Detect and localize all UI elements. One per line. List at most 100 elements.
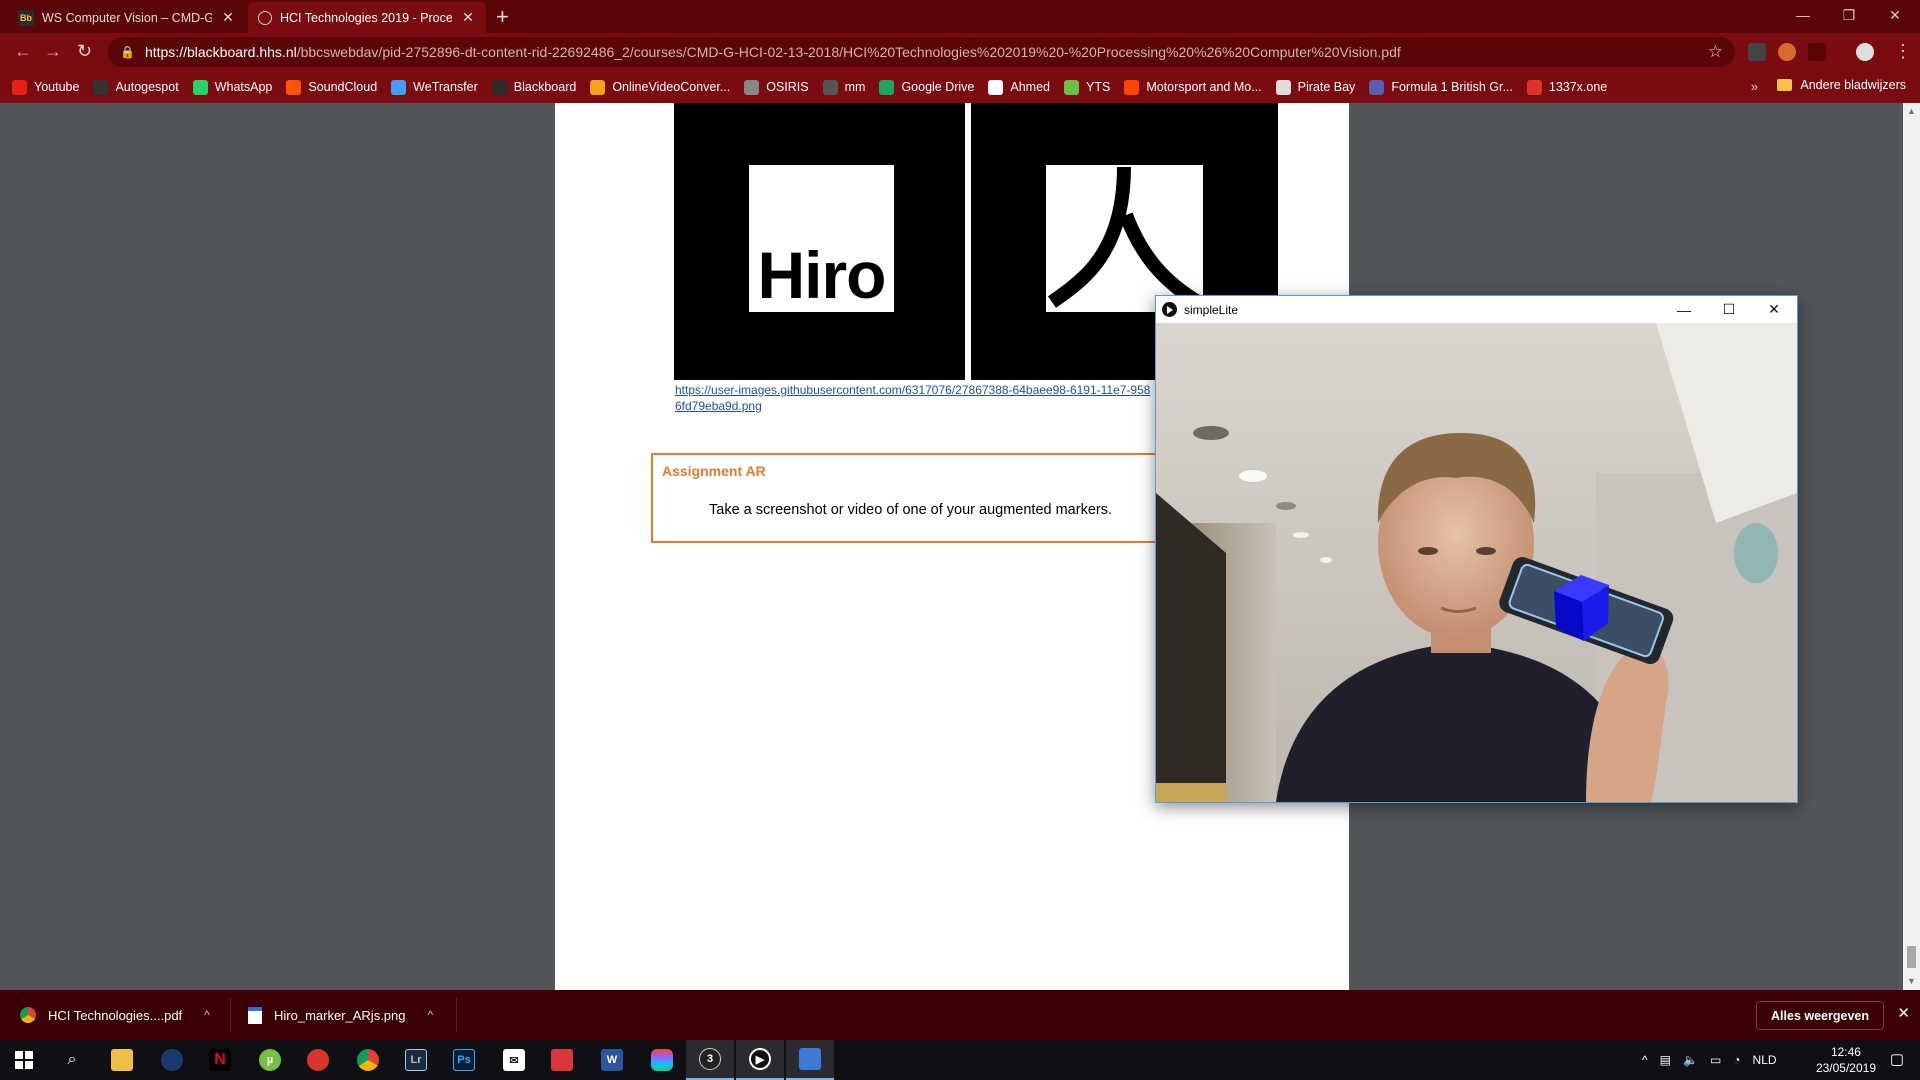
bookmark-item[interactable]: WeTransfer: [391, 79, 478, 95]
bookmark-item[interactable]: Autogespot: [93, 79, 179, 95]
bookmark-item[interactable]: mm: [822, 79, 866, 95]
bookmark-item[interactable]: Blackboard: [491, 79, 576, 95]
download-item[interactable]: HCI Technologies....pdf ^: [20, 990, 220, 1040]
bookmark-item[interactable]: Ahmed: [988, 79, 1050, 95]
simplelite-window[interactable]: simpleLite — ☐ ✕: [1155, 295, 1798, 803]
divider: [230, 998, 231, 1032]
network-icon[interactable]: ▤: [1660, 1053, 1671, 1067]
bookmarks-overflow-icon[interactable]: »: [1751, 79, 1758, 94]
other-bookmarks-label: Andere bladwijzers: [1800, 78, 1906, 92]
bookmark-star-icon[interactable]: ☆: [1708, 42, 1723, 62]
reload-icon[interactable]: ↻: [77, 41, 92, 62]
start-button[interactable]: [0, 1040, 48, 1080]
extension-icon[interactable]: [1778, 43, 1796, 61]
bookmark-label: Youtube: [34, 80, 80, 94]
vertical-scrollbar[interactable]: ▲ ▼: [1903, 103, 1920, 990]
volume-icon[interactable]: 🔈: [1683, 1053, 1698, 1067]
bookmark-label: SoundCloud: [308, 80, 378, 94]
app-red-icon: [307, 1049, 329, 1071]
tab-hci-technologies[interactable]: HCI Technologies 2019 - Processing & Com…: [248, 2, 486, 33]
address-bar[interactable]: 🔒 https://blackboard.hhs.nl/bbcswebdav/p…: [108, 37, 1735, 67]
download-item[interactable]: Hiro_marker_ARjs.png ^: [248, 990, 448, 1040]
taskbar-steam[interactable]: [148, 1040, 196, 1080]
formula1-icon: [1369, 79, 1385, 95]
close-icon[interactable]: ✕: [1751, 296, 1797, 323]
chevron-up-icon[interactable]: ^: [428, 1008, 434, 1022]
url-host: https://blackboard.hhs.nl: [144, 44, 297, 60]
wifi-icon[interactable]: ◔: [1733, 1053, 1740, 1067]
window-titlebar[interactable]: simpleLite — ☐ ✕: [1156, 296, 1797, 323]
new-tab-button[interactable]: +: [496, 4, 509, 30]
url-path: /bbcswebdav/pid-2752896-dt-content-rid-2…: [296, 44, 1401, 60]
bookmark-item[interactable]: 1337x.one: [1526, 79, 1607, 95]
menu-kebab-icon[interactable]: ⋮: [1894, 41, 1912, 62]
wetransfer-icon: [391, 79, 407, 95]
close-icon[interactable]: ✕: [1897, 1004, 1910, 1022]
scroll-down-icon[interactable]: ▼: [1907, 976, 1916, 986]
reddit-icon: [1124, 79, 1140, 95]
marker-image-link[interactable]: https://user-images.githubusercontent.co…: [675, 382, 1155, 414]
maximize-icon[interactable]: ☐: [1706, 296, 1752, 323]
taskbar-photoshop[interactable]: Ps: [440, 1040, 488, 1080]
taskbar-file-explorer[interactable]: [98, 1040, 146, 1080]
bookmark-item[interactable]: YTS: [1064, 79, 1110, 95]
taskbar-lightroom[interactable]: Lr: [392, 1040, 440, 1080]
bookmark-item[interactable]: Formula 1 British Gr...: [1369, 79, 1513, 95]
scrollbar-thumb[interactable]: [1907, 946, 1916, 968]
close-window-icon[interactable]: ✕: [1872, 0, 1918, 30]
tab-title: HCI Technologies 2019 - Processing & Com…: [280, 10, 452, 25]
bookmark-label: mm: [844, 80, 866, 94]
other-bookmarks[interactable]: Andere bladwijzers: [1777, 78, 1906, 92]
tab-ws-computer-vision[interactable]: Bb WS Computer Vision – CMD-G-HCI-02-13-…: [8, 2, 246, 33]
extension-icon[interactable]: [1808, 43, 1826, 61]
minimize-window-icon[interactable]: —: [1780, 0, 1826, 30]
scroll-up-icon[interactable]: ▲: [1907, 106, 1916, 116]
bookmark-item[interactable]: WhatsApp: [192, 79, 272, 95]
folder-icon: [111, 1049, 133, 1071]
search-button[interactable]: ⌕: [48, 1040, 96, 1080]
clock[interactable]: 12:46 23/05/2019: [1816, 1044, 1876, 1076]
profile-avatar-icon[interactable]: [1856, 43, 1874, 61]
taskbar-flashcards[interactable]: [538, 1040, 586, 1080]
taskbar-utorrent[interactable]: µ: [246, 1040, 294, 1080]
taskbar-netflix[interactable]: N: [196, 1040, 244, 1080]
bookmark-item[interactable]: Motorsport and Mo...: [1124, 79, 1262, 95]
extension-icon[interactable]: [1748, 43, 1766, 61]
restore-window-icon[interactable]: ❐: [1826, 0, 1872, 30]
steam-icon: [161, 1049, 183, 1071]
input-language[interactable]: NLD: [1753, 1053, 1777, 1067]
taskbar-word[interactable]: W: [588, 1040, 636, 1080]
hiro-marker-text: Hiro: [757, 238, 887, 312]
bookmark-item[interactable]: Pirate Bay: [1275, 79, 1356, 95]
chevron-up-icon[interactable]: ^: [204, 1008, 210, 1022]
taskbar-processing[interactable]: 3: [686, 1040, 734, 1080]
pdf-chrome-icon: [20, 1007, 36, 1023]
taskbar-figma[interactable]: [638, 1040, 686, 1080]
minimize-icon[interactable]: —: [1661, 296, 1707, 323]
taskbar-app[interactable]: [294, 1040, 342, 1080]
show-all-downloads-button[interactable]: Alles weergeven: [1756, 1001, 1884, 1030]
bookmark-label: Formula 1 British Gr...: [1391, 80, 1513, 94]
taskbar-mail[interactable]: ✉: [490, 1040, 538, 1080]
taskbar-chrome[interactable]: [344, 1040, 392, 1080]
chrome-icon: [357, 1049, 379, 1071]
taskbar-chrome-badge[interactable]: [786, 1040, 834, 1080]
bookmark-item[interactable]: Youtube: [12, 79, 80, 95]
bookmark-item[interactable]: SoundCloud: [286, 79, 378, 95]
autogespot-icon: [93, 79, 109, 95]
back-arrow-icon[interactable]: ←: [14, 41, 32, 62]
bookmark-item[interactable]: Google Drive: [879, 79, 974, 95]
assignment-box: Assignment AR Take a screenshot or video…: [651, 453, 1171, 543]
taskbar-simplelite[interactable]: ▶: [736, 1040, 784, 1080]
bookmark-label: Pirate Bay: [1297, 80, 1356, 94]
close-tab-icon[interactable]: ✕: [220, 9, 236, 26]
bookmark-item[interactable]: OnlineVideoConver...: [590, 79, 730, 95]
pirate-bay-icon: [1275, 79, 1291, 95]
chevron-up-icon[interactable]: ^: [1642, 1053, 1648, 1067]
notifications-icon[interactable]: ▢: [1890, 1050, 1904, 1068]
bookmark-item[interactable]: OSIRIS: [744, 79, 809, 95]
battery-icon[interactable]: ▭: [1710, 1053, 1721, 1067]
forward-arrow-icon[interactable]: →: [44, 41, 62, 62]
blackboard-icon: [491, 79, 507, 95]
close-tab-icon[interactable]: ✕: [460, 9, 476, 26]
